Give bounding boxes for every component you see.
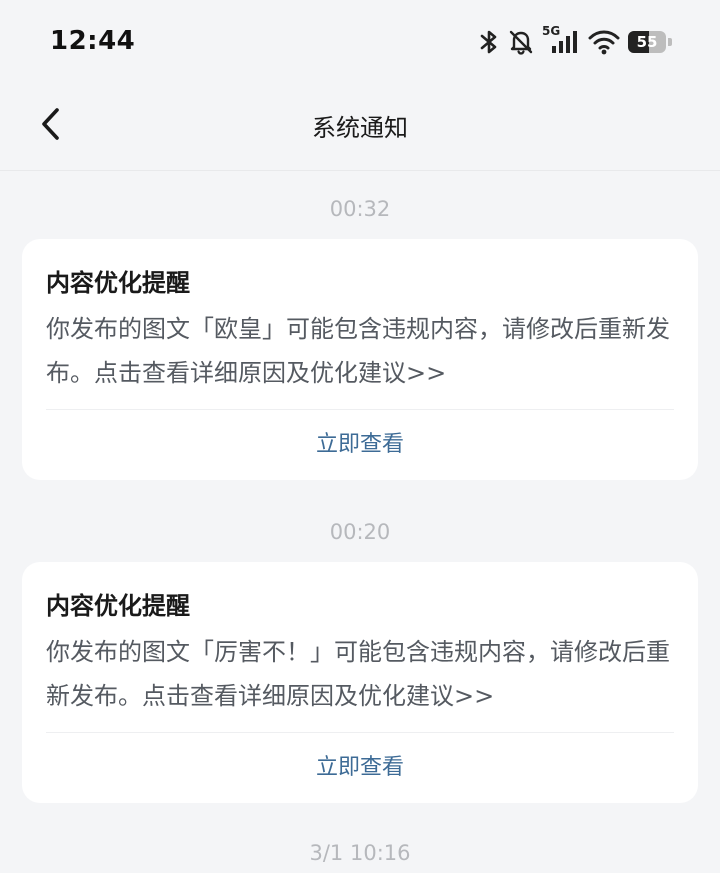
page-title: 系统通知 <box>312 114 408 142</box>
notification-title: 内容优化提醒 <box>46 269 190 297</box>
notification-card[interactable]: 内容优化提醒 你发布的图文「厉害不！」可能包含违规内容，请修改后重新发布。点击查… <box>22 562 698 803</box>
battery-percent: 55 <box>636 33 658 51</box>
status-icons: 5G 55 <box>478 24 672 58</box>
notification-time: 00:32 <box>329 197 391 221</box>
notification-time: 3/1 10:16 <box>309 841 411 865</box>
wifi-icon <box>588 29 620 55</box>
bluetooth-icon <box>478 28 500 56</box>
signal-5g-icon: 5G <box>542 24 580 57</box>
bell-off-icon <box>508 28 534 56</box>
notification-group: 3/1 10:16 <box>0 803 720 867</box>
status-time: 12:44 <box>50 26 136 56</box>
notification-title: 内容优化提醒 <box>46 592 190 620</box>
notification-group: 00:20 内容优化提醒 你发布的图文「厉害不！」可能包含违规内容，请修改后重新… <box>0 480 720 803</box>
notification-group: 00:32 内容优化提醒 你发布的图文「欧皇」可能包含违规内容，请修改后重新发布… <box>0 171 720 480</box>
notification-card[interactable]: 内容优化提醒 你发布的图文「欧皇」可能包含违规内容，请修改后重新发布。点击查看详… <box>22 239 698 480</box>
view-now-button[interactable]: 立即查看 <box>46 733 674 803</box>
notification-time: 00:20 <box>329 520 391 544</box>
status-bar: 12:44 5G 55 <box>0 0 720 84</box>
view-now-button[interactable]: 立即查看 <box>46 410 674 480</box>
battery-icon: 55 <box>628 31 672 53</box>
nav-bar: 系统通知 <box>0 84 720 171</box>
notification-text: 你发布的图文「欧皇」可能包含违规内容，请修改后重新发布。点击查看详细原因及优化建… <box>46 315 670 387</box>
notification-text: 你发布的图文「厉害不！」可能包含违规内容，请修改后重新发布。点击查看详细原因及优… <box>46 638 670 710</box>
notification-feed[interactable]: 00:32 内容优化提醒 你发布的图文「欧皇」可能包含违规内容，请修改后重新发布… <box>0 171 720 867</box>
